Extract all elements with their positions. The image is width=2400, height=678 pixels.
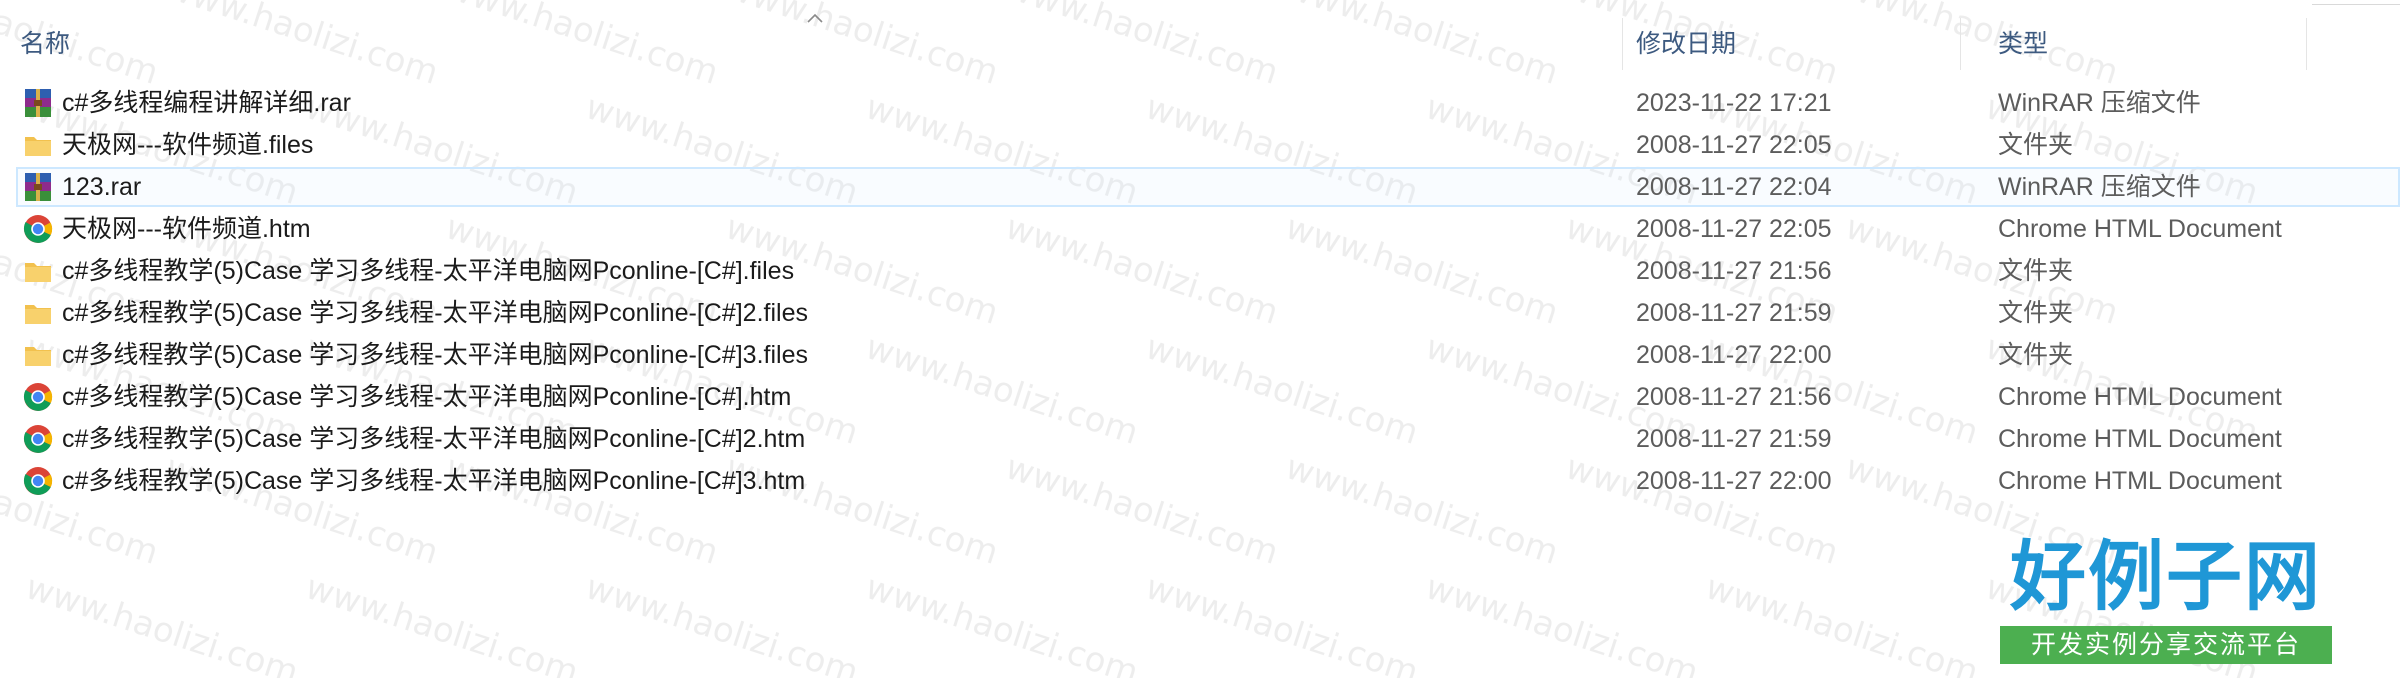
header-edge xyxy=(2312,0,2400,5)
column-divider[interactable] xyxy=(1622,18,1623,70)
file-modified-date: 2008-11-27 22:05 xyxy=(1636,131,1832,159)
file-modified-date: 2008-11-27 21:56 xyxy=(1636,383,1832,411)
watermark-text: www.haolizi.com xyxy=(1700,567,1984,678)
watermark-text: www.haolizi.com xyxy=(20,567,304,678)
sort-ascending-icon xyxy=(807,13,823,23)
column-header-bar: 名称 修改日期 类型 xyxy=(0,0,2400,84)
file-row[interactable]: c#多线程编程讲解详细.rar 2023-11-22 17:21 WinRAR 压缩… xyxy=(0,82,2400,124)
file-name: c#多线程教学(5)Case 学习多线程-太平洋电脑网Pconline-[C#]… xyxy=(62,425,806,453)
watermark-text: www.haolizi.com xyxy=(860,567,1144,678)
folder-icon xyxy=(22,297,54,329)
file-name: c#多线程教学(5)Case 学习多线程-太平洋电脑网Pconline-[C#]… xyxy=(62,341,808,369)
file-name: 天极网---软件频道.files xyxy=(62,131,314,159)
file-row[interactable]: 天极网---软件频道.htm 2008-11-27 22:05 Chrome HTM… xyxy=(0,208,2400,250)
file-type: 文件夹 xyxy=(1998,299,2074,327)
file-row[interactable]: c#多线程教学(5)Case 学习多线程-太平洋电脑网Pconline-[C#]… xyxy=(0,376,2400,418)
watermark-text: www.haolizi.com xyxy=(300,567,584,678)
watermark-text: www.haolizi.com xyxy=(1420,567,1704,678)
chrome-html-icon xyxy=(22,465,54,497)
file-name: 天极网---软件频道.htm xyxy=(62,215,311,243)
file-type: 文件夹 xyxy=(1998,131,2074,159)
file-name: c#多线程编程讲解详细.rar xyxy=(62,89,351,117)
column-divider[interactable] xyxy=(2306,18,2307,70)
file-modified-date: 2008-11-27 22:04 xyxy=(1636,173,1832,201)
file-modified-date: 2008-11-27 21:59 xyxy=(1636,425,1832,453)
file-row[interactable]: c#多线程教学(5)Case 学习多线程-太平洋电脑网Pconline-[C#]… xyxy=(0,418,2400,460)
file-name: c#多线程教学(5)Case 学习多线程-太平洋电脑网Pconline-[C#]… xyxy=(62,257,795,285)
watermark-text: www.haolizi.com xyxy=(580,567,864,678)
file-modified-date: 2008-11-27 22:00 xyxy=(1636,467,1832,495)
file-name: c#多线程教学(5)Case 学习多线程-太平洋电脑网Pconline-[C#]… xyxy=(62,299,808,327)
file-type: Chrome HTML Document xyxy=(1998,383,2282,411)
file-row[interactable]: c#多线程教学(5)Case 学习多线程-太平洋电脑网Pconline-[C#]… xyxy=(0,334,2400,376)
winrar-archive-icon xyxy=(22,87,54,119)
file-row[interactable]: c#多线程教学(5)Case 学习多线程-太平洋电脑网Pconline-[C#]… xyxy=(0,250,2400,292)
chrome-html-icon xyxy=(22,381,54,413)
column-divider[interactable] xyxy=(1960,18,1961,70)
file-row[interactable]: c#多线程教学(5)Case 学习多线程-太平洋电脑网Pconline-[C#]… xyxy=(0,460,2400,502)
file-type: 文件夹 xyxy=(1998,257,2074,285)
file-list: c#多线程编程讲解详细.rar 2023-11-22 17:21 WinRAR 压缩… xyxy=(0,82,2400,502)
file-name: c#多线程教学(5)Case 学习多线程-太平洋电脑网Pconline-[C#]… xyxy=(62,383,792,411)
file-row[interactable]: 123.rar 2008-11-27 22:04 WinRAR 压缩文件 xyxy=(0,166,2400,208)
file-type: Chrome HTML Document xyxy=(1998,425,2282,453)
file-modified-date: 2008-11-27 21:56 xyxy=(1636,257,1832,285)
watermark-text: www.haolizi.com xyxy=(1140,567,1424,678)
column-header-date[interactable]: 修改日期 xyxy=(1636,24,1736,64)
file-name: c#多线程教学(5)Case 学习多线程-太平洋电脑网Pconline-[C#]… xyxy=(62,467,806,495)
file-modified-date: 2008-11-27 22:00 xyxy=(1636,341,1832,369)
column-header-name[interactable]: 名称 xyxy=(20,24,70,64)
chrome-html-icon xyxy=(22,423,54,455)
file-type: WinRAR 压缩文件 xyxy=(1998,89,2201,117)
file-modified-date: 2008-11-27 22:05 xyxy=(1636,215,1832,243)
file-row[interactable]: 天极网---软件频道.files 2008-11-27 22:05 文件夹 xyxy=(0,124,2400,166)
winrar-archive-icon xyxy=(22,171,54,203)
folder-icon xyxy=(22,339,54,371)
file-type: Chrome HTML Document xyxy=(1998,467,2282,495)
file-modified-date: 2008-11-27 21:59 xyxy=(1636,299,1832,327)
file-type: 文件夹 xyxy=(1998,341,2074,369)
column-header-type[interactable]: 类型 xyxy=(1998,24,2048,64)
chrome-html-icon xyxy=(22,213,54,245)
file-modified-date: 2023-11-22 17:21 xyxy=(1636,89,1832,117)
logo-tagline: 开发实例分享交流平台 xyxy=(2000,626,2332,664)
file-name: 123.rar xyxy=(62,173,142,201)
logo-title: 好例子网 xyxy=(2010,532,2322,621)
file-type: Chrome HTML Document xyxy=(1998,215,2282,243)
file-type: WinRAR 压缩文件 xyxy=(1998,173,2201,201)
site-logo: 好例子网 开发实例分享交流平台 xyxy=(1998,534,2334,666)
folder-icon xyxy=(22,129,54,161)
file-row[interactable]: c#多线程教学(5)Case 学习多线程-太平洋电脑网Pconline-[C#]… xyxy=(0,292,2400,334)
folder-icon xyxy=(22,255,54,287)
